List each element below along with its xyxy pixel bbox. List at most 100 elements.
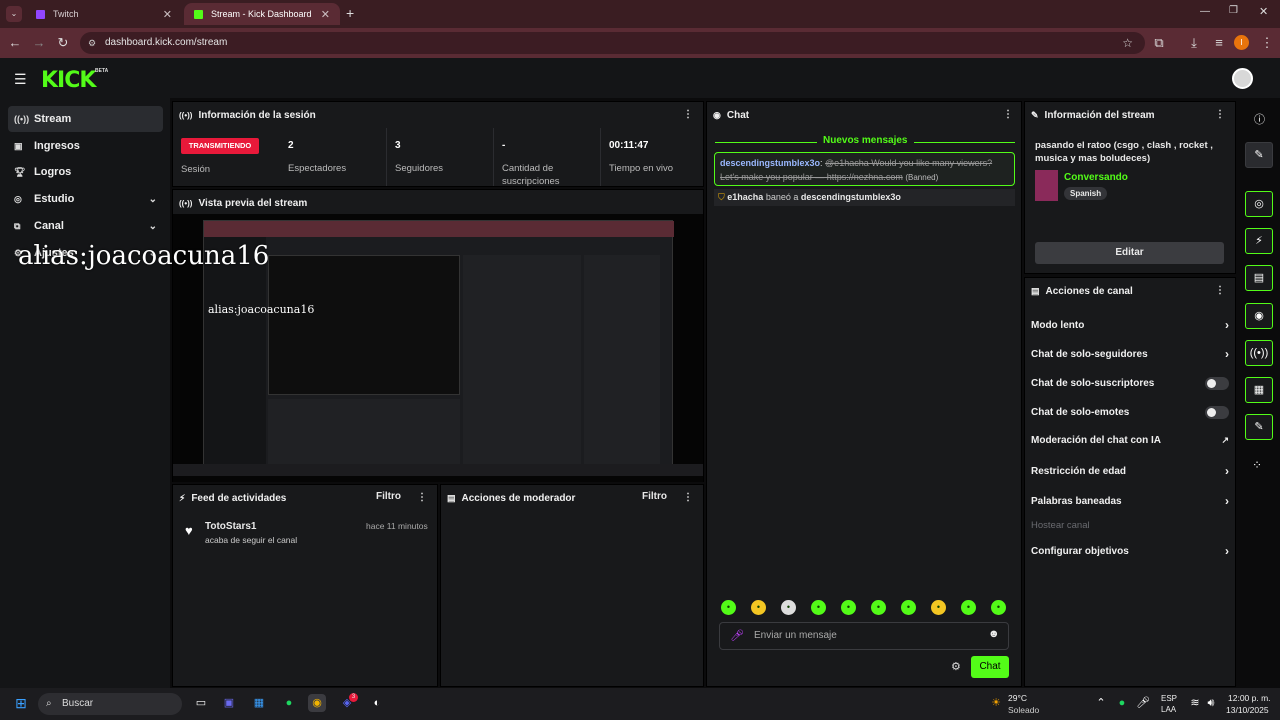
chat-username[interactable]: descendingstumblex3o	[720, 158, 820, 168]
bookmark-star-icon[interactable]: ☆	[1122, 32, 1133, 54]
target-icon[interactable]: ◎	[1245, 191, 1273, 217]
more-options-icon[interactable]: ⋮	[1215, 285, 1225, 296]
restore-icon[interactable]: ❐	[1229, 5, 1238, 16]
spotify-icon[interactable]: ●	[280, 694, 298, 712]
add-widget-icon[interactable]: ⁘	[1252, 458, 1262, 472]
taskbar-search[interactable]: ⌕ Buscar	[38, 693, 182, 715]
windows-start-icon[interactable]: ⊞	[12, 694, 30, 712]
emote-icon[interactable]: •	[901, 600, 916, 615]
user-avatar[interactable]	[1232, 68, 1253, 89]
sidebar-item-stream[interactable]: ((•)) Stream	[8, 106, 163, 132]
spotify-tray-icon[interactable]: ●	[1113, 694, 1131, 712]
more-options-icon[interactable]: ⋮	[683, 109, 693, 120]
tray-expand-icon[interactable]: ⌃	[1092, 694, 1110, 712]
tab-twitch[interactable]: Twitch ✕	[26, 3, 182, 25]
emote-icon[interactable]: •	[841, 600, 856, 615]
new-tab-button[interactable]: +	[346, 5, 354, 21]
layout-indicator[interactable]: LAA	[1161, 705, 1176, 714]
emote-icon[interactable]: •	[781, 600, 796, 615]
filter-button[interactable]: Filtro	[642, 491, 667, 502]
action-label: Chat de solo-emotes	[1031, 407, 1130, 418]
action-banned-words[interactable]: Palabras baneadas ›	[1031, 494, 1229, 508]
hamburger-menu-icon[interactable]: ☰	[14, 71, 27, 88]
emote-icon[interactable]: •	[961, 600, 976, 615]
action-age-restriction[interactable]: Restricción de edad ›	[1031, 464, 1229, 478]
toggle-switch[interactable]	[1205, 406, 1229, 419]
broadcast-icon[interactable]: ((•))	[1245, 340, 1273, 366]
emote-icon[interactable]: •	[871, 600, 886, 615]
media-icon[interactable]: ≡	[1212, 36, 1226, 50]
emote-icon[interactable]: •	[721, 600, 736, 615]
wrench-icon[interactable]: ✎	[1245, 414, 1273, 440]
send-chat-button[interactable]: Chat	[971, 656, 1009, 678]
chrome-icon[interactable]: ◉	[308, 694, 326, 712]
store-icon[interactable]: ▦	[250, 694, 268, 712]
tab-list-button[interactable]: ⌄	[6, 6, 22, 22]
edit-pencil-icon[interactable]: ✎	[1245, 142, 1273, 168]
chat-input[interactable]: 🎤︎ Enviar un mensaje ☻	[719, 622, 1009, 650]
menu-dots-icon[interactable]: ⋮	[1260, 36, 1274, 50]
clock-time[interactable]: 12:00 p. m.	[1228, 693, 1271, 703]
action-slow-mode[interactable]: Modo lento ›	[1031, 318, 1229, 332]
task-view-icon[interactable]: ▭	[192, 694, 210, 712]
download-icon[interactable]: ⤓	[1187, 36, 1201, 50]
emoji-picker-icon[interactable]: ☻	[988, 628, 1000, 640]
tab-kick-dashboard[interactable]: Stream - Kick Dashboard ✕	[184, 3, 340, 25]
emote-icon[interactable]: •	[811, 600, 826, 615]
action-emotes-only[interactable]: Chat de solo-emotes	[1031, 406, 1229, 419]
ban-target[interactable]: descendingstumblex3o	[801, 192, 901, 202]
close-window-icon[interactable]: ✕	[1259, 5, 1268, 18]
more-options-icon[interactable]: ⋮	[683, 492, 693, 503]
more-options-icon[interactable]: ⋮	[417, 492, 427, 503]
extensions-icon[interactable]: ⧉	[1152, 36, 1166, 50]
forward-icon[interactable]: →	[32, 36, 46, 50]
close-tab-icon[interactable]: ✕	[321, 8, 330, 21]
layout-icon[interactable]: ▦	[1245, 377, 1273, 403]
close-tab-icon[interactable]: ✕	[163, 8, 172, 21]
language-indicator[interactable]: ESP	[1161, 694, 1177, 703]
emote-icon[interactable]: •	[931, 600, 946, 615]
emote-icon[interactable]: •	[751, 600, 766, 615]
chat-settings-gear-icon[interactable]: ⚙	[951, 660, 961, 673]
toggle-switch[interactable]	[1205, 377, 1229, 390]
edit-button[interactable]: Editar	[1035, 242, 1224, 264]
category-name[interactable]: Conversando	[1064, 172, 1128, 183]
sidebar-item-logros[interactable]: 🏆︎ Logros	[8, 159, 163, 185]
info-icon[interactable]: ⓘ	[1254, 111, 1265, 127]
obs-icon[interactable]: ◐	[368, 694, 386, 712]
url-input[interactable]: ⚙ dashboard.kick.com/stream ☆	[80, 32, 1145, 54]
reload-icon[interactable]: ↻	[56, 36, 70, 50]
chat-bubble-icon[interactable]: ◉	[1245, 303, 1273, 329]
site-info-icon[interactable]: ⚙	[88, 32, 96, 54]
ban-moderator[interactable]: e1hacha	[727, 192, 763, 202]
microphone-icon[interactable]: 🎤︎	[730, 629, 744, 642]
wrench-icon: ▤	[1031, 285, 1040, 296]
profile-avatar[interactable]: I	[1234, 35, 1249, 50]
search-label: Buscar	[62, 698, 94, 709]
feed-user[interactable]: TotoStars1	[205, 521, 257, 532]
action-followers-only[interactable]: Chat de solo-seguidores ›	[1031, 347, 1229, 361]
microphone-icon[interactable]: 🎤︎	[1134, 694, 1152, 712]
sidebar-item-ingresos[interactable]: ▣ Ingresos	[8, 133, 163, 159]
clock-date[interactable]: 13/10/2025	[1226, 705, 1269, 715]
weather-sun-icon[interactable]: ☀	[987, 694, 1005, 712]
chat-message[interactable]: descendingstumblex3o: @e1hacha Would you…	[714, 152, 1015, 186]
lightning-icon[interactable]: ⚡︎	[1245, 228, 1273, 254]
minimize-icon[interactable]: —	[1200, 6, 1210, 17]
teams-icon[interactable]: ▣	[220, 694, 238, 712]
back-icon[interactable]: ←	[8, 36, 22, 50]
sidebar-item-canal[interactable]: ⧉ Canal ⌄	[8, 213, 163, 239]
more-options-icon[interactable]: ⋮	[1003, 109, 1013, 120]
more-options-icon[interactable]: ⋮	[1215, 109, 1225, 120]
kick-logo[interactable]: KICK	[41, 68, 96, 93]
action-ai-moderation[interactable]: Moderación del chat con IA ↗	[1031, 435, 1229, 446]
category-thumbnail[interactable]	[1035, 170, 1058, 201]
filter-button[interactable]: Filtro	[376, 491, 401, 502]
volume-icon[interactable]: 🔊︎	[1202, 694, 1220, 712]
action-label: Chat de solo-suscriptores	[1031, 378, 1155, 389]
action-set-goals[interactable]: Configurar objetivos ›	[1031, 544, 1229, 558]
action-subscribers-only[interactable]: Chat de solo-suscriptores	[1031, 377, 1229, 390]
sidebar-item-estudio[interactable]: ◎ Estudio ⌄	[8, 186, 163, 212]
document-icon[interactable]: ▤	[1245, 265, 1273, 291]
emote-icon[interactable]: •	[991, 600, 1006, 615]
